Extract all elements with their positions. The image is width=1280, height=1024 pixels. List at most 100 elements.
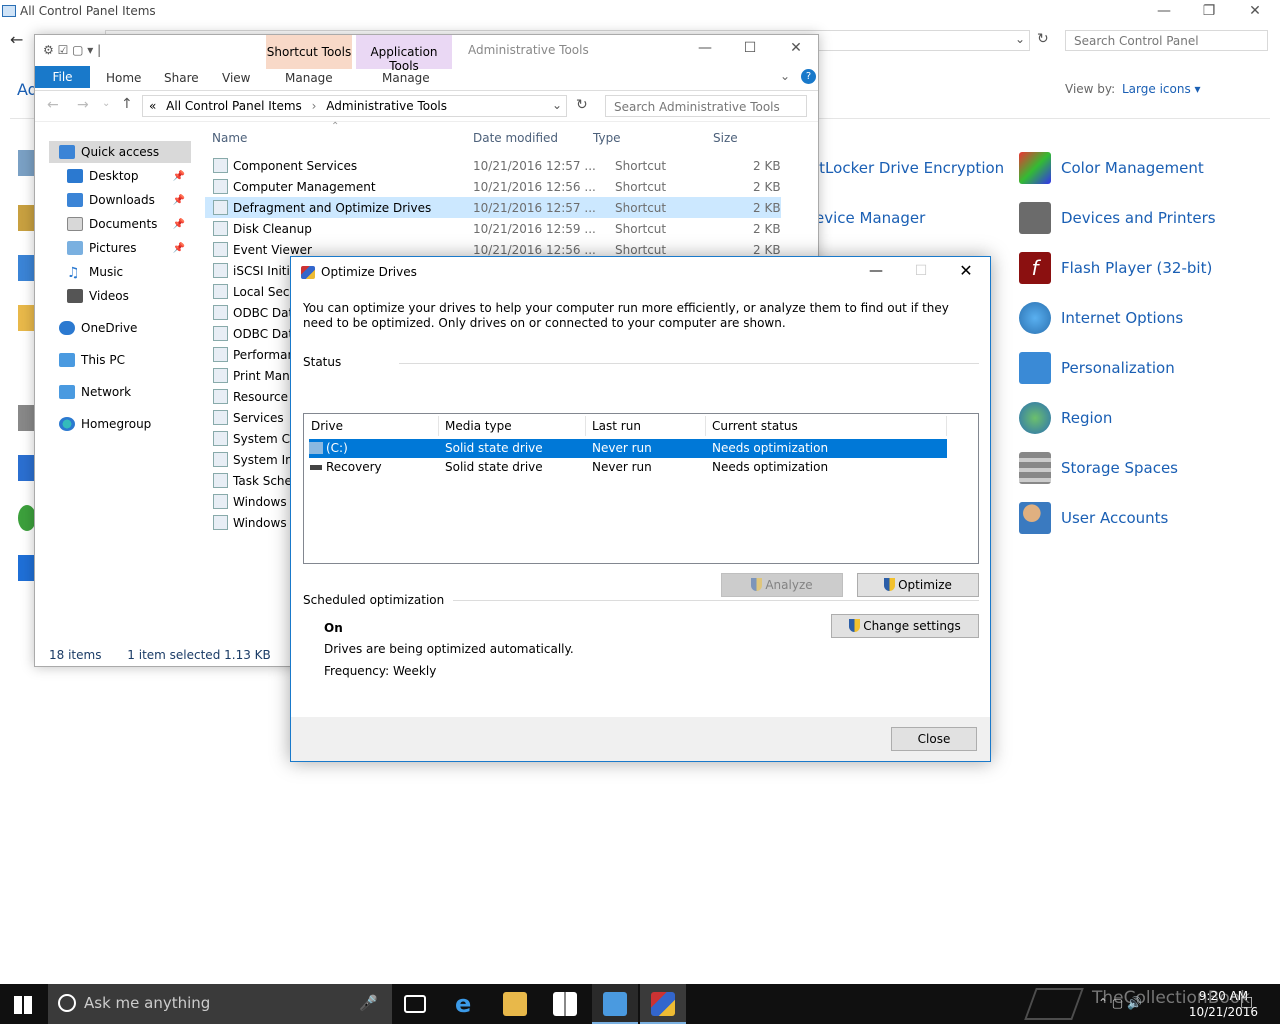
chevron-down-icon[interactable]: ⌄ (780, 69, 790, 83)
address-bar[interactable]: « All Control Panel Items › Administrati… (142, 95, 567, 117)
cp-item-bitlocker[interactable]: itLocker Drive Encryption (815, 152, 1004, 184)
restore-icon[interactable]: ❐ (1189, 0, 1229, 24)
cp-item-storage-spaces[interactable]: Storage Spaces (1019, 452, 1178, 484)
cp-item-label: Color Management (1061, 159, 1204, 177)
drive-row[interactable]: (C:) Solid state drive Never run Needs o… (309, 439, 947, 458)
windows-start-icon[interactable] (14, 996, 32, 1014)
pin-icon[interactable]: 📌 (173, 195, 185, 206)
chevron-down-icon[interactable]: ⌄ (1015, 32, 1025, 46)
column-header-type[interactable]: Type (593, 131, 621, 145)
search-input[interactable]: Search Control Panel (1065, 30, 1268, 51)
tab-view[interactable]: View (222, 71, 250, 85)
column-header-media[interactable]: Media type (445, 419, 512, 433)
column-header-name[interactable]: Name (212, 131, 247, 145)
search-input[interactable]: Search Administrative Tools (605, 95, 807, 117)
close-button[interactable]: Close (891, 727, 977, 751)
drive-row[interactable]: Recovery Solid state drive Never run Nee… (309, 458, 947, 477)
nav-item-desktop[interactable]: Desktop 📌 (67, 165, 191, 187)
cp-item-user-accounts[interactable]: User Accounts (1019, 502, 1168, 534)
tray-icons[interactable]: ⌃ ▢ 🔊 (1098, 996, 1142, 1010)
close-icon[interactable]: ✕ (1235, 0, 1275, 24)
refresh-icon[interactable]: ↻ (576, 97, 588, 113)
nav-item-music[interactable]: ♫ Music (67, 261, 123, 283)
refresh-icon[interactable]: ↻ (1037, 31, 1049, 47)
change-settings-button[interactable]: Change settings (831, 614, 979, 638)
maximize-icon[interactable]: ☐ (730, 37, 770, 61)
back-arrow-icon[interactable]: ← (47, 97, 59, 113)
file-explorer-icon[interactable] (503, 992, 527, 1016)
quick-access-toolbar[interactable]: ⚙ ☑ ▢ ▾ | (43, 43, 101, 57)
cortana-search[interactable]: Ask me anything 🎤 (48, 984, 392, 1024)
shortcut-icon (213, 263, 228, 278)
pin-icon[interactable]: 📌 (173, 219, 185, 230)
breadcrumb-item[interactable]: All Control Panel Items (166, 99, 302, 113)
tab-manage-shortcut[interactable]: Manage (285, 71, 333, 85)
schedule-description: Drives are being optimized automatically… (324, 642, 574, 656)
column-header-date[interactable]: Date modified (473, 131, 558, 145)
nav-item-network[interactable]: Network (59, 381, 131, 403)
column-header-last-run[interactable]: Last run (592, 419, 641, 433)
breadcrumb-item[interactable]: Administrative Tools (326, 99, 447, 113)
edge-icon[interactable]: e (455, 992, 479, 1016)
nav-item-downloads[interactable]: Downloads 📌 (67, 189, 191, 211)
column-header-status[interactable]: Current status (712, 419, 798, 433)
analyze-button[interactable]: Analyze (721, 573, 843, 597)
cp-item-devices-printers[interactable]: Devices and Printers (1019, 202, 1216, 234)
column-header-drive[interactable]: Drive (311, 419, 343, 433)
file-row[interactable]: Component Services 10/21/2016 12:57 ... Sh… (205, 155, 781, 176)
minimize-icon[interactable]: — (1144, 0, 1184, 24)
back-arrow-icon[interactable]: ← (10, 30, 23, 49)
globe-clock-icon (1019, 402, 1051, 434)
cp-item-region[interactable]: Region (1019, 402, 1112, 434)
file-row[interactable]: Computer Management 10/21/2016 12:56 ... S… (205, 176, 781, 197)
nav-label: Music (89, 265, 124, 279)
task-view-icon[interactable] (404, 995, 426, 1013)
close-icon[interactable]: ✕ (776, 37, 816, 61)
optimize-button[interactable]: Optimize (857, 573, 979, 597)
drive-media: Solid state drive (445, 460, 543, 474)
computer-icon (59, 353, 75, 367)
action-center-icon[interactable]: □ (1240, 994, 1253, 1010)
nav-item-this-pc[interactable]: This PC (59, 349, 125, 371)
nav-item-pictures[interactable]: Pictures 📌 (67, 237, 191, 259)
up-arrow-icon[interactable]: ↑ (121, 96, 133, 112)
nav-item-videos[interactable]: Videos (67, 285, 129, 307)
cp-item-color-management[interactable]: Color Management (1019, 152, 1204, 184)
cp-item-personalization[interactable]: Personalization (1019, 352, 1175, 384)
cp-item-internet-options[interactable]: Internet Options (1019, 302, 1183, 334)
control-panel-task[interactable] (592, 984, 638, 1024)
file-row[interactable]: Disk Cleanup 10/21/2016 12:59 ... Shortcut… (205, 218, 781, 239)
close-icon[interactable]: ✕ (946, 260, 986, 284)
minimize-icon[interactable]: — (856, 260, 896, 284)
store-icon[interactable] (553, 992, 577, 1016)
nav-item-onedrive[interactable]: OneDrive (59, 317, 137, 339)
nav-item-documents[interactable]: Documents 📌 (67, 213, 191, 235)
minimize-icon[interactable]: — (685, 37, 725, 61)
taskbar: Ask me anything 🎤 e TheCollectionBook ⌃ … (0, 984, 1280, 1024)
divider (399, 363, 979, 364)
file-row[interactable]: Defragment and Optimize Drives 10/21/2016… (205, 197, 781, 218)
chevron-down-icon[interactable]: ⌄ (552, 98, 562, 112)
shortcut-tools-tab[interactable]: Shortcut Tools (266, 35, 352, 69)
view-by-dropdown[interactable]: Large icons ▾ (1122, 82, 1201, 96)
forward-arrow-icon[interactable]: → (77, 97, 89, 113)
nav-item-homegroup[interactable]: Homegroup (59, 413, 151, 435)
optimize-drives-task[interactable] (640, 984, 686, 1024)
tab-manage-application[interactable]: Manage (382, 71, 430, 85)
column-header-size[interactable]: Size (713, 131, 738, 145)
application-tools-tab[interactable]: Application Tools (356, 35, 452, 73)
nav-item-quick-access[interactable]: Quick access (59, 141, 159, 163)
pin-icon[interactable]: 📌 (173, 243, 185, 254)
help-icon[interactable]: ? (801, 69, 816, 84)
drive-last-run: Never run (592, 441, 652, 455)
pin-icon[interactable]: 📌 (173, 171, 185, 182)
cp-item-flash-player[interactable]: f Flash Player (32-bit) (1019, 252, 1212, 284)
tab-share[interactable]: Share (164, 71, 199, 85)
cp-item-device-manager[interactable]: evice Manager (815, 202, 925, 234)
cp-item-label: Personalization (1061, 359, 1175, 377)
tab-file[interactable]: File (35, 66, 90, 88)
recent-chevron-icon[interactable]: ⌄ (102, 98, 110, 109)
microphone-icon[interactable]: 🎤 (359, 994, 378, 1012)
flash-icon: f (1019, 252, 1051, 284)
tab-home[interactable]: Home (106, 71, 141, 85)
